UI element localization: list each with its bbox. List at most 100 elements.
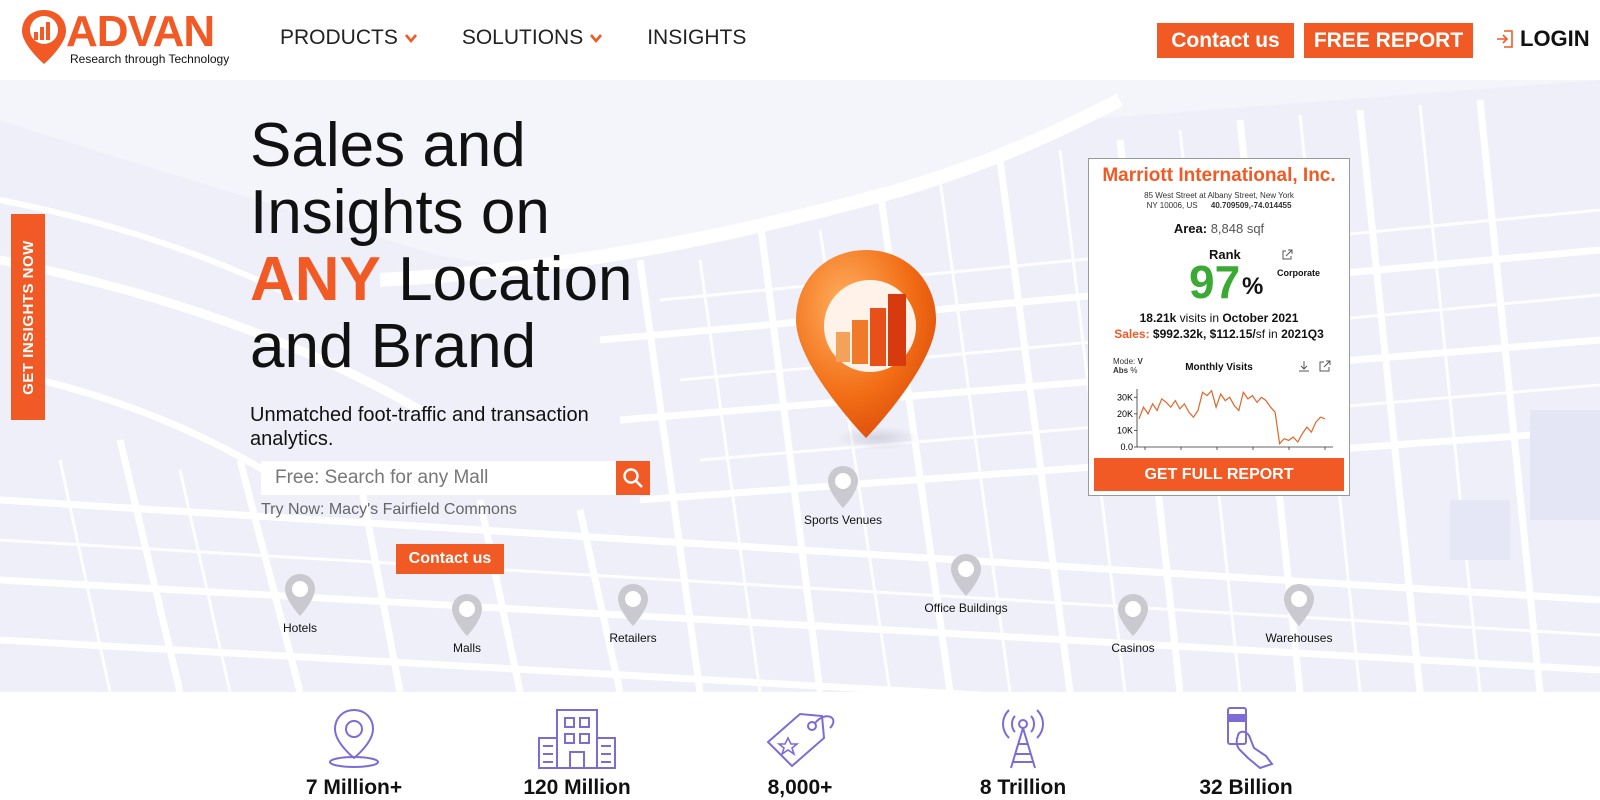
y-tick-label: 20K [1117, 409, 1133, 419]
side-tab-label: GET INSIGHTS NOW [19, 239, 37, 395]
series-line [1138, 389, 1326, 446]
stat-value: 8 Trillion [979, 776, 1067, 799]
rank-unit: % [1242, 273, 1264, 300]
sales-in: in [1265, 327, 1282, 341]
location-pin-icon [828, 466, 858, 508]
stats-strip: 7 Million+ 120 Million 8,000+ 8 Trillion… [0, 692, 1600, 800]
hero-contact-button[interactable]: Contact us [396, 544, 504, 574]
sales-line: Sales: $992.32k, $112.15/sf in 2021Q3 [1089, 327, 1349, 341]
location-pin-icon [1284, 584, 1314, 626]
visits-mid: visits in [1176, 311, 1223, 325]
price-tag-icon [766, 712, 835, 768]
chart-axis [1136, 389, 1333, 448]
nav-solutions[interactable]: SOLUTIONS [462, 26, 603, 50]
login-icon [1497, 30, 1513, 48]
location-pin-icon [452, 594, 482, 636]
hero-section: GET INSIGHTS NOW Sales and Insights on A… [0, 80, 1600, 692]
card-address: 85 West Street at Albany Street, New Yor… [1089, 191, 1349, 211]
pin-hotels[interactable]: Hotels [270, 572, 330, 635]
headline-line2: Insights on [250, 178, 550, 247]
logo-text: ADVAN [66, 7, 215, 56]
monthly-visits-chart: 30K 20K 10K 0.0 [1117, 389, 1333, 452]
external-link-icon[interactable] [1281, 249, 1293, 261]
building-icon [538, 709, 616, 769]
pin-label: Malls [452, 641, 481, 655]
headline-line1: Sales and [250, 111, 526, 180]
stat-value: 120 Million [523, 776, 631, 799]
stat-transactions: 32 Billion [1156, 692, 1336, 800]
chart-actions [1297, 359, 1332, 378]
search-button[interactable] [616, 461, 650, 495]
pin-warehouses[interactable]: Warehouses [1266, 582, 1332, 645]
stat-value: 8,000+ [767, 776, 833, 799]
main-nav: PRODUCTS SOLUTIONS INSIGHTS [280, 26, 790, 50]
chevron-down-icon [404, 34, 417, 44]
sales-period: 2021Q3 [1281, 327, 1324, 341]
y-tick-label: 30K [1117, 392, 1133, 402]
stat-brands: 8,000+ [710, 692, 890, 800]
nav-insights[interactable]: INSIGHTS [647, 26, 746, 50]
stat-signals: 8 Trillion [933, 692, 1113, 800]
pin-label: Warehouses [1265, 631, 1333, 645]
headline-accent: ANY [250, 245, 381, 314]
rank-value: 97 [1189, 256, 1241, 308]
try-now-link[interactable]: Try Now: Macy's Fairfield Commons [261, 501, 517, 519]
pin-office-buildings[interactable]: Office Buildings [924, 552, 1008, 615]
site-header: ADVAN Research through Technology PRODUC… [0, 0, 1600, 80]
location-pin-icon [951, 554, 981, 596]
card-area: Area: 8,848 sqf [1089, 221, 1349, 236]
headline-line4: and Brand [250, 312, 537, 381]
pin-label: Hotels [282, 621, 317, 635]
headline-line3: Location [380, 245, 633, 314]
logo[interactable]: ADVAN Research through Technology [20, 8, 240, 70]
external-link-icon[interactable] [1318, 359, 1332, 373]
location-pin-icon [618, 584, 648, 626]
stat-buildings: 120 Million [487, 692, 667, 800]
visits-period: October 2021 [1222, 311, 1299, 325]
get-full-report-button[interactable]: GET FULL REPORT [1094, 458, 1344, 491]
address-coords: 40.709509,-74.014455 [1210, 201, 1292, 210]
get-insights-side-tab[interactable]: GET INSIGHTS NOW [11, 214, 45, 420]
area-label: Area: [1173, 221, 1208, 236]
header-contact-button[interactable]: Contact us [1157, 23, 1294, 58]
hero-subline: Unmatched foot-traffic and transaction a… [250, 404, 589, 450]
logo-pin-icon [22, 10, 66, 64]
download-icon[interactable] [1297, 359, 1311, 373]
card-title: Marriott International, Inc. [1102, 165, 1336, 186]
visits-value: 18.21k [1139, 311, 1177, 325]
y-tick-label: 10K [1117, 425, 1133, 435]
location-pin-icon [329, 708, 379, 768]
pin-label: Casinos [1111, 641, 1155, 655]
hero-headline: Sales and Insights on ANY Location and B… [250, 112, 633, 380]
sales-unit: sf [1255, 327, 1266, 341]
free-report-button[interactable]: FREE REPORT [1304, 23, 1473, 58]
search-icon [623, 468, 643, 488]
pin-malls[interactable]: Malls [437, 592, 497, 655]
nav-solutions-label: SOLUTIONS [461, 26, 584, 49]
y-tick-label: 0.0 [1120, 442, 1133, 452]
analytics-pin-icon [796, 250, 936, 450]
area-value: 8,848 sqf [1210, 221, 1265, 236]
location-pin-icon [1118, 594, 1148, 636]
logo-tagline: Research through Technology [70, 52, 230, 66]
pin-casinos[interactable]: Casinos [1103, 592, 1163, 655]
pin-label: Office Buildings [924, 601, 1008, 615]
login-link[interactable]: LOGIN [1494, 26, 1590, 52]
pin-retailers[interactable]: Retailers [603, 582, 663, 645]
address-line2: NY 10006, US [1146, 201, 1198, 210]
sales-label: Sales: [1114, 327, 1150, 341]
chevron-down-icon [590, 34, 603, 44]
pin-label: Sports Venues [803, 513, 883, 527]
login-label: LOGIN [1520, 26, 1590, 51]
location-report-card: Marriott International, Inc. 85 West Str… [1088, 158, 1350, 496]
nav-products-label: PRODUCTS [280, 26, 398, 49]
mall-search-input[interactable] [261, 461, 617, 495]
pin-sports-venues[interactable]: Sports Venues [804, 464, 882, 527]
address-line1: 85 West Street at Albany Street, New Yor… [1144, 191, 1294, 200]
nav-products[interactable]: PRODUCTS [280, 26, 418, 50]
corporate-label: Corporate [1277, 268, 1321, 278]
visits-line: 18.21k visits in October 2021 [1089, 311, 1349, 325]
card-payment-icon [1227, 707, 1274, 770]
stat-locations: 7 Million+ [264, 692, 444, 800]
stat-value: 7 Million+ [305, 776, 403, 799]
